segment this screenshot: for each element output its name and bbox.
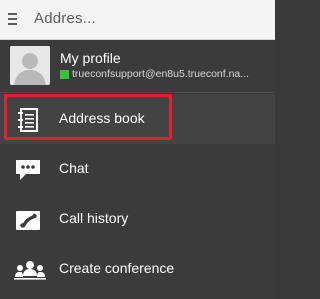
- menu-item-create-conference[interactable]: Create conference: [0, 244, 275, 294]
- menu-item-chat[interactable]: Chat: [0, 144, 275, 194]
- address-book-icon: [14, 108, 42, 132]
- menu-item-address-book[interactable]: Address book: [0, 94, 275, 144]
- navigation-drawer: My profile trueconfsupport@en8u5.truecon…: [0, 40, 275, 299]
- menu-item-label: Call history: [59, 210, 129, 226]
- menu-item-label: Address book: [59, 110, 145, 126]
- online-status-icon: [60, 70, 69, 79]
- profile-email: trueconfsupport@en8u5.trueconf.na...: [72, 68, 250, 80]
- hamburger-menu-icon[interactable]: [8, 13, 17, 25]
- menu-item-call-history[interactable]: Call history: [0, 194, 275, 244]
- conference-icon: [14, 258, 46, 280]
- menu-item-label: Chat: [59, 160, 89, 176]
- profile-section[interactable]: My profile trueconfsupport@en8u5.truecon…: [0, 40, 275, 93]
- chat-icon: [14, 158, 42, 180]
- profile-name: My profile: [60, 50, 121, 66]
- call-history-icon: [14, 208, 42, 230]
- avatar-icon: [10, 46, 50, 85]
- top-app-bar: Addres...: [0, 0, 275, 40]
- page-title: Addres...: [34, 10, 96, 27]
- menu-item-label: Create conference: [59, 260, 175, 276]
